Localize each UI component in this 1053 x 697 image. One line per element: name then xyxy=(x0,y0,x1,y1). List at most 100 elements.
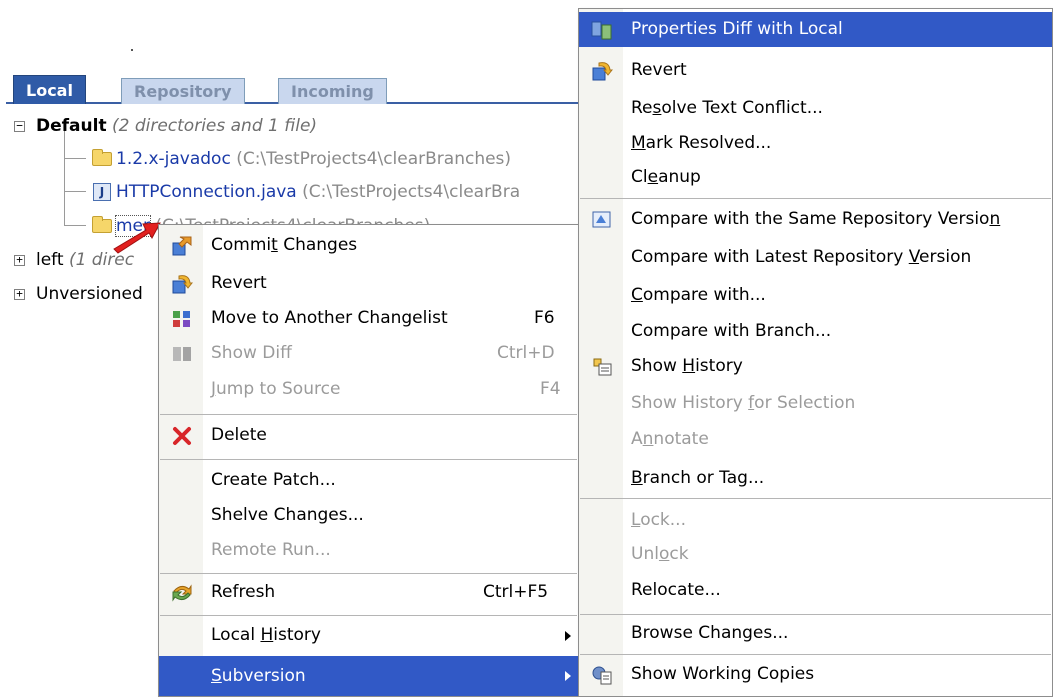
menu-label: Remote Run... xyxy=(211,540,331,560)
menu-label: Local xyxy=(211,625,261,645)
folder-icon xyxy=(92,216,112,233)
menu-label: Create Patch... xyxy=(211,470,336,490)
menu-label: Refresh xyxy=(211,582,276,602)
menu-label: anup xyxy=(658,167,701,187)
changelist-name: left xyxy=(36,250,64,270)
commit-changes-item[interactable]: Commit Changes xyxy=(159,228,578,263)
show-working-copies-item[interactable]: Show Working Copies xyxy=(579,657,1052,692)
compare-same-version-item[interactable]: Compare with the Same Repository Version xyxy=(579,202,1052,237)
cleanup-item[interactable]: Cleanup xyxy=(579,160,1052,195)
compare-with-branch-item[interactable]: Compare with Branch... xyxy=(579,314,1052,349)
show-diff-item[interactable]: Show Diff Ctrl+D xyxy=(159,336,578,371)
menu-separator xyxy=(580,498,1051,499)
tree-item-path: (C:\TestProjects4\clearBra xyxy=(302,182,521,202)
menu-label: ersion xyxy=(919,247,972,267)
tree-node-default[interactable]: − Default (2 directories and 1 file) xyxy=(14,112,317,140)
tree-item-name: 1.2.x-javadoc xyxy=(116,149,231,169)
menu-label: Show Working Copies xyxy=(631,664,815,684)
tree-item-httpconnection[interactable]: J HTTPConnection.java (C:\TestProjects4\c… xyxy=(93,178,520,206)
menu-label: notate xyxy=(653,429,709,449)
menu-label: Show Diff xyxy=(211,343,292,363)
relocate-item[interactable]: Relocate... xyxy=(579,573,1052,608)
refresh-icon xyxy=(172,584,192,602)
revert-icon xyxy=(592,62,613,81)
revert-item[interactable]: Revert xyxy=(159,266,578,301)
svn-revert-item[interactable]: Revert xyxy=(579,53,1052,88)
tree-item-path: (C:\TestProjects4\clearBranches) xyxy=(236,149,512,169)
browse-changes-item[interactable]: Browse Changes... xyxy=(579,616,1052,651)
show-history-item[interactable]: Show History xyxy=(579,349,1052,384)
mnemonic: L xyxy=(631,510,641,530)
diff-icon xyxy=(173,347,191,361)
menu-label: Commi xyxy=(211,235,272,255)
menu-label: Re xyxy=(631,98,653,118)
annotate-item[interactable]: Annotate xyxy=(579,422,1052,457)
tree-item-name: HTTPConnection.java xyxy=(116,182,297,202)
shortcut: Ctrl+D xyxy=(497,343,555,363)
tab-repository[interactable]: Repository xyxy=(121,78,245,104)
mnemonic: S xyxy=(211,666,222,686)
remote-run-item[interactable]: Remote Run... xyxy=(159,533,578,568)
tab-local[interactable]: Local xyxy=(13,75,86,104)
resolve-text-conflict-item[interactable]: Resolve Text Conflict... xyxy=(579,91,1052,126)
tree-item-javadoc[interactable]: 1.2.x-javadoc (C:\TestProjects4\clearBra… xyxy=(92,145,511,173)
menu-label: Browse Changes... xyxy=(631,623,789,643)
expand-icon[interactable]: + xyxy=(14,288,25,300)
properties-diff-item[interactable]: Properties Diff with Local xyxy=(579,12,1052,47)
menu-label: istory xyxy=(273,625,321,645)
shortcut: F6 xyxy=(534,308,555,328)
history-icon xyxy=(593,358,612,376)
shortcut: F4 xyxy=(540,379,561,399)
local-history-item[interactable]: Local History xyxy=(159,618,578,653)
mnemonic: n xyxy=(989,209,1001,229)
commit-icon xyxy=(172,236,192,256)
subversion-submenu: Properties Diff with Local Revert Resolv… xyxy=(578,8,1053,697)
mnemonic: M xyxy=(631,133,646,153)
tree-connector xyxy=(64,158,86,159)
tab-incoming[interactable]: Incoming xyxy=(278,78,387,104)
menu-label: Delete xyxy=(211,425,267,445)
context-menu: Commit Changes Revert Move to Another Ch… xyxy=(158,224,579,697)
unlock-item[interactable]: Unlock xyxy=(579,537,1052,572)
menu-separator xyxy=(580,654,1051,655)
menu-label: ranch or Tag... xyxy=(642,468,765,488)
subversion-item[interactable]: Subversion xyxy=(159,656,578,696)
menu-label: Cl xyxy=(631,167,648,187)
mark-resolved-item[interactable]: Mark Resolved... xyxy=(579,126,1052,161)
mnemonic: B xyxy=(631,468,643,488)
tree-node-unversioned[interactable]: + Unversioned xyxy=(14,280,143,308)
compare-latest-version-item[interactable]: Compare with Latest Repository Version xyxy=(579,240,1052,275)
mnemonic: n xyxy=(642,429,654,449)
move-to-changelist-item[interactable]: Move to Another Changelist F6 xyxy=(159,301,578,336)
red-arrow-icon xyxy=(113,222,161,254)
refresh-item[interactable]: Refresh Ctrl+F5 xyxy=(159,575,578,610)
shelve-changes-item[interactable]: Shelve Changes... xyxy=(159,498,578,533)
expand-icon[interactable]: + xyxy=(14,254,25,266)
delete-item[interactable]: Delete xyxy=(159,418,578,453)
mnemonic: C xyxy=(631,285,643,305)
lock-item[interactable]: Lock... xyxy=(579,503,1052,538)
menu-label: Show xyxy=(631,356,683,376)
menu-label: istory xyxy=(695,356,743,376)
branch-or-tag-item[interactable]: Branch or Tag... xyxy=(579,461,1052,496)
menu-label: Changes xyxy=(277,235,358,255)
menu-separator xyxy=(160,615,577,616)
menu-label: Show History xyxy=(631,393,749,413)
collapse-icon[interactable]: − xyxy=(14,120,25,132)
changelist-detail: (2 directories and 1 file) xyxy=(111,116,318,136)
menu-label: or Selection xyxy=(754,393,856,413)
working-copies-icon xyxy=(592,666,612,685)
decoration-dot xyxy=(131,49,133,51)
create-patch-item[interactable]: Create Patch... xyxy=(159,463,578,498)
changelist-name: Unversioned xyxy=(36,284,143,304)
revert-icon xyxy=(172,275,193,294)
menu-label: ck xyxy=(669,544,689,564)
jump-to-source-item[interactable]: Jump to Source F4 xyxy=(159,372,578,407)
submenu-arrow-icon xyxy=(565,631,571,641)
show-history-selection-item[interactable]: Show History for Selection xyxy=(579,386,1052,421)
mnemonic: H xyxy=(260,625,274,645)
compare-with-item[interactable]: Compare with... xyxy=(579,278,1052,313)
menu-separator xyxy=(160,414,577,415)
mnemonic: t xyxy=(271,235,278,255)
menu-separator xyxy=(580,198,1051,199)
